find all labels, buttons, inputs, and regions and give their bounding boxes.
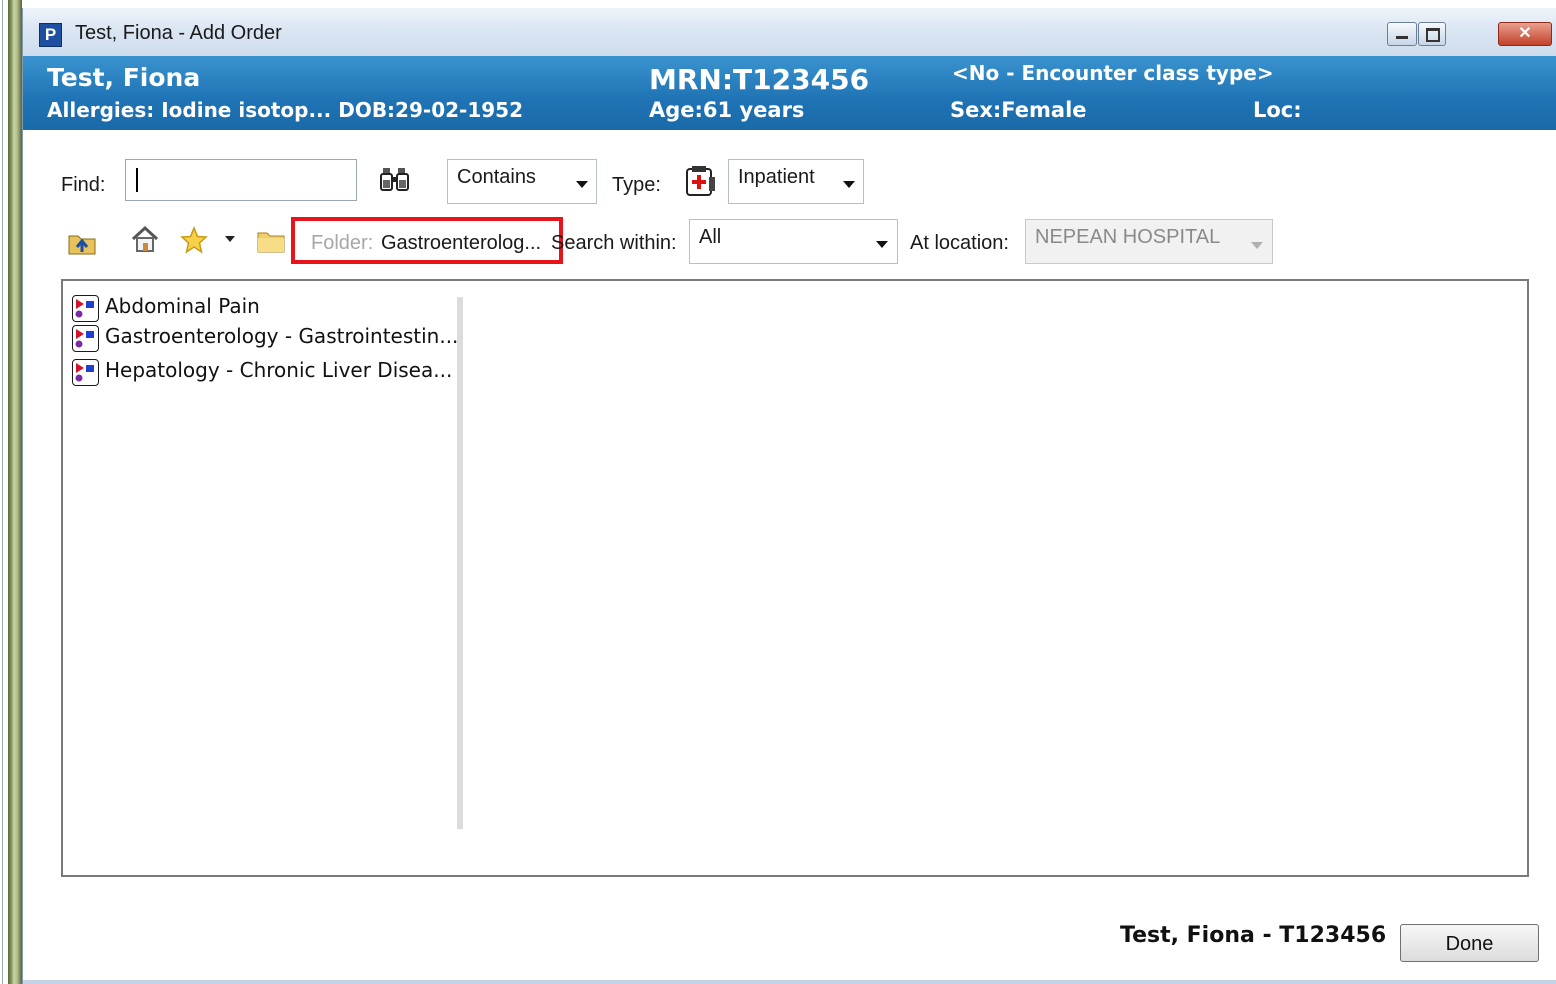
folder-icon[interactable]	[256, 227, 286, 255]
text-caret	[136, 168, 138, 192]
window-bottom-border	[23, 980, 1556, 984]
careset-icon	[72, 295, 99, 322]
footer-patient-id: Test, Fiona - T123456	[1120, 923, 1387, 948]
allergies-dob: Allergies: Iodine isotop... DOB:29-02-19…	[47, 98, 523, 122]
encounter-class: <No - Encounter class type>	[952, 61, 1274, 85]
minimize-icon	[1396, 36, 1408, 39]
maximize-icon	[1426, 28, 1440, 42]
chevron-down-icon	[843, 181, 855, 188]
add-order-window: P Test, Fiona - Add Order ✕ Test, Fiona …	[22, 8, 1556, 984]
match-mode-value: Contains	[457, 166, 536, 188]
window-title: Test, Fiona - Add Order	[75, 22, 282, 44]
chevron-down-icon	[876, 241, 888, 248]
search-within-label: Search within:	[551, 232, 677, 254]
title-bar[interactable]: P Test, Fiona - Add Order ✕	[23, 8, 1556, 56]
chevron-down-icon	[1251, 242, 1263, 249]
home-icon[interactable]	[130, 225, 160, 253]
up-folder-icon[interactable]	[67, 229, 97, 257]
search-within-value: All	[699, 226, 722, 248]
match-mode-dropdown[interactable]: Contains	[447, 159, 597, 204]
chevron-down-icon	[576, 181, 588, 188]
find-input[interactable]	[126, 160, 356, 200]
at-location-dropdown: NEPEAN HOSPITAL	[1025, 219, 1273, 264]
binoculars-icon[interactable]	[380, 166, 410, 194]
find-field[interactable]	[125, 159, 357, 201]
inpatient-icon	[686, 166, 715, 196]
location: Loc:	[1253, 98, 1302, 122]
close-icon: ✕	[1518, 25, 1532, 42]
orders-list-panel: Abdominal Pain Gastroenterology - Gastro…	[61, 279, 1529, 877]
list-item-label: Hepatology - Chronic Liver Disea...	[105, 358, 453, 382]
folder-highlight-box	[291, 217, 563, 264]
favorites-star-icon[interactable]	[179, 226, 209, 254]
background-window-edge	[0, 0, 22, 984]
column-splitter[interactable]	[457, 297, 463, 829]
sex: Sex:Female	[950, 98, 1087, 122]
patient-banner: Test, Fiona Allergies: Iodine isotop... …	[23, 56, 1556, 130]
search-within-dropdown[interactable]: All	[689, 219, 898, 264]
type-dropdown[interactable]: Inpatient	[728, 159, 864, 204]
mrn: MRN:T123456	[649, 63, 870, 96]
dropdown-arrow-icon[interactable]	[223, 234, 237, 244]
age: Age:61 years	[649, 98, 805, 122]
find-label: Find:	[61, 174, 106, 196]
patient-name: Test, Fiona	[47, 63, 201, 92]
maximize-button[interactable]	[1418, 22, 1446, 46]
list-item-label: Abdominal Pain	[105, 294, 260, 318]
app-icon: P	[39, 23, 62, 47]
type-label: Type:	[612, 174, 661, 196]
type-value: Inpatient	[738, 166, 815, 188]
list-item-label: Gastroenterology - Gastrointestin...	[105, 324, 459, 348]
minimize-button[interactable]	[1387, 22, 1417, 46]
close-button[interactable]: ✕	[1498, 22, 1552, 46]
at-location-value: NEPEAN HOSPITAL	[1035, 226, 1221, 248]
at-location-label: At location:	[910, 232, 1009, 254]
done-button[interactable]: Done	[1400, 924, 1539, 962]
careset-icon	[72, 325, 99, 352]
careset-icon	[72, 359, 99, 386]
